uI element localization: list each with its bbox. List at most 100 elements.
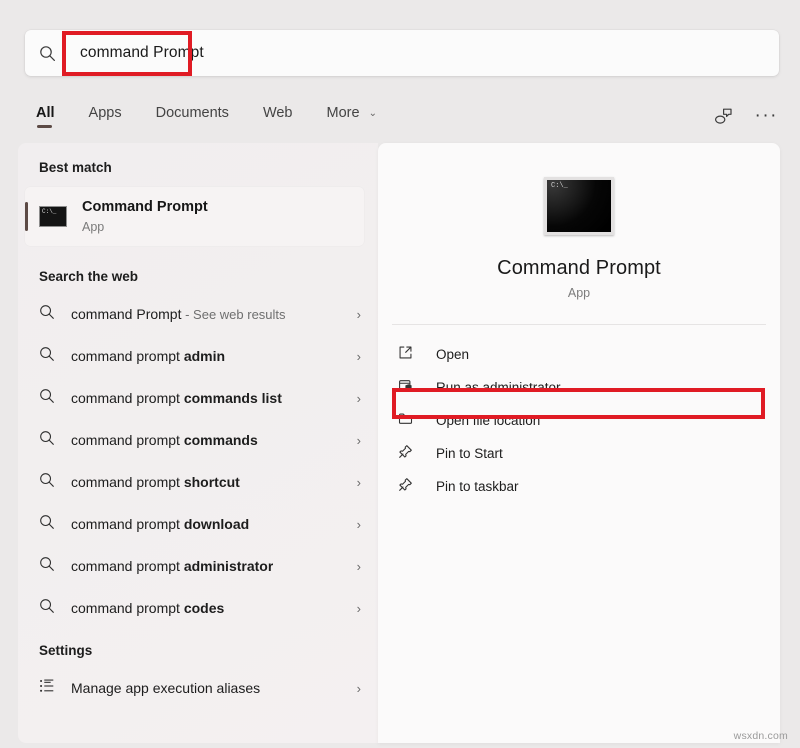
search-icon	[39, 304, 64, 325]
folder-icon	[398, 411, 424, 431]
tab-more-label: More	[326, 104, 360, 121]
app-action-label: Pin to Start	[436, 446, 503, 461]
chevron-right-icon: ›	[356, 390, 361, 406]
more-options-icon[interactable]: ···	[755, 106, 778, 125]
shield-window-icon	[398, 378, 424, 398]
command-prompt-icon	[39, 206, 67, 227]
shield-window-icon	[398, 378, 413, 398]
preview-header: Command Prompt App	[378, 143, 780, 300]
search-input-value: command Prompt	[80, 44, 204, 61]
preview-subtitle: App	[567, 286, 591, 300]
preview-divider	[392, 324, 766, 325]
search-input[interactable]: command Prompt	[69, 30, 779, 76]
web-result-row[interactable]: command prompt codes ›	[18, 587, 378, 629]
tab-more[interactable]: More ⌄	[327, 105, 377, 128]
search-icon	[39, 598, 64, 619]
settings-heading: Settings	[39, 643, 93, 658]
tab-web-label: Web	[262, 104, 293, 121]
search-the-web-heading: Search the web	[39, 269, 139, 284]
tab-apps-label: Apps	[88, 104, 122, 121]
search-bar[interactable]: command Prompt	[25, 30, 779, 76]
feedback-icon[interactable]	[714, 108, 733, 125]
chevron-right-icon: ›	[356, 432, 361, 448]
chevron-down-icon: ⌄	[368, 107, 377, 119]
filter-tab-bar: All Apps Documents Web More ⌄ ···	[36, 99, 780, 133]
app-action-row[interactable]: Open	[378, 338, 780, 371]
tab-bar-actions: ···	[714, 106, 780, 125]
chevron-right-icon: ›	[356, 474, 361, 490]
search-icon	[39, 556, 64, 577]
preview-title: Command Prompt	[497, 257, 661, 279]
search-icon	[25, 45, 69, 62]
search-icon	[39, 556, 55, 577]
app-action-row[interactable]: Pin to taskbar	[378, 470, 780, 503]
pin-icon	[398, 477, 413, 497]
search-icon	[39, 388, 55, 409]
preview-panel: Command Prompt App Open Run as administra…	[378, 143, 780, 743]
search-icon	[39, 304, 55, 325]
best-match-item[interactable]: Command Prompt App	[25, 187, 364, 246]
search-icon	[39, 472, 55, 493]
pin-icon	[398, 444, 413, 464]
chevron-right-icon: ›	[356, 558, 361, 574]
chevron-right-icon: ›	[356, 680, 361, 696]
web-results-list: command Prompt - See web results › command…	[18, 293, 378, 629]
web-result-row[interactable]: command prompt administrator ›	[18, 545, 378, 587]
app-action-row[interactable]: Pin to Start	[378, 437, 780, 470]
tab-documents[interactable]: Documents	[156, 105, 229, 128]
app-list-settings-icon	[39, 678, 55, 699]
search-icon	[39, 388, 64, 409]
chevron-right-icon: ›	[356, 306, 361, 322]
app-action-label: Run as administrator	[436, 380, 561, 395]
settings-result-row[interactable]: Manage app execution aliases ›	[18, 667, 378, 709]
chevron-right-icon: ›	[356, 516, 361, 532]
tab-web[interactable]: Web	[263, 105, 293, 128]
search-icon	[39, 430, 64, 451]
web-result-row[interactable]: command prompt commands list ›	[18, 377, 378, 419]
settings-result-label: Manage app execution aliases	[71, 680, 261, 696]
app-action-row[interactable]: Open file location	[378, 404, 780, 437]
web-result-label: command prompt admin	[71, 348, 226, 364]
tab-all-label: All	[36, 104, 55, 121]
chevron-right-icon: ›	[356, 348, 361, 364]
web-result-label: command prompt commands	[71, 432, 258, 448]
web-result-label: command prompt download	[71, 516, 250, 532]
open-external-icon	[398, 345, 424, 365]
chevron-right-icon: ›	[356, 600, 361, 616]
folder-icon	[398, 411, 413, 431]
app-action-label: Pin to taskbar	[436, 479, 519, 494]
settings-list: Manage app execution aliases ›	[18, 667, 378, 709]
best-match-heading: Best match	[39, 160, 112, 175]
app-action-label: Open	[436, 347, 470, 362]
best-match-title: Command Prompt	[82, 198, 208, 215]
web-result-row[interactable]: command Prompt - See web results ›	[18, 293, 378, 335]
pin-icon	[398, 477, 424, 497]
search-icon	[39, 598, 55, 619]
search-icon	[39, 514, 64, 535]
web-result-label: command prompt commands list	[71, 390, 282, 406]
app-action-row[interactable]: Run as administrator	[378, 371, 780, 404]
tab-apps[interactable]: Apps	[89, 105, 122, 128]
best-match-subtitle: App	[82, 219, 105, 234]
app-actions-list: Open Run as administrator Open file locati…	[378, 338, 780, 503]
web-result-label: command prompt shortcut	[71, 474, 240, 490]
search-icon	[39, 346, 55, 367]
web-result-label: command Prompt - See web results	[71, 306, 286, 322]
tab-documents-label: Documents	[155, 104, 229, 121]
search-icon	[39, 472, 64, 493]
web-result-row[interactable]: command prompt download ›	[18, 503, 378, 545]
app-action-label: Open file location	[436, 413, 541, 428]
web-result-row[interactable]: command prompt admin ›	[18, 335, 378, 377]
open-external-icon	[398, 345, 413, 365]
web-result-label: command prompt administrator	[71, 558, 274, 574]
search-icon	[39, 346, 64, 367]
web-result-row[interactable]: command prompt commands ›	[18, 419, 378, 461]
tab-all[interactable]: All	[36, 105, 55, 128]
search-icon	[39, 514, 55, 535]
web-result-label: command prompt codes	[71, 600, 225, 616]
search-icon	[39, 430, 55, 451]
web-result-row[interactable]: command prompt shortcut ›	[18, 461, 378, 503]
app-list-settings-icon	[39, 678, 64, 699]
command-prompt-icon	[544, 177, 614, 235]
results-panel: Best match Command Prompt App Search the…	[18, 143, 378, 743]
